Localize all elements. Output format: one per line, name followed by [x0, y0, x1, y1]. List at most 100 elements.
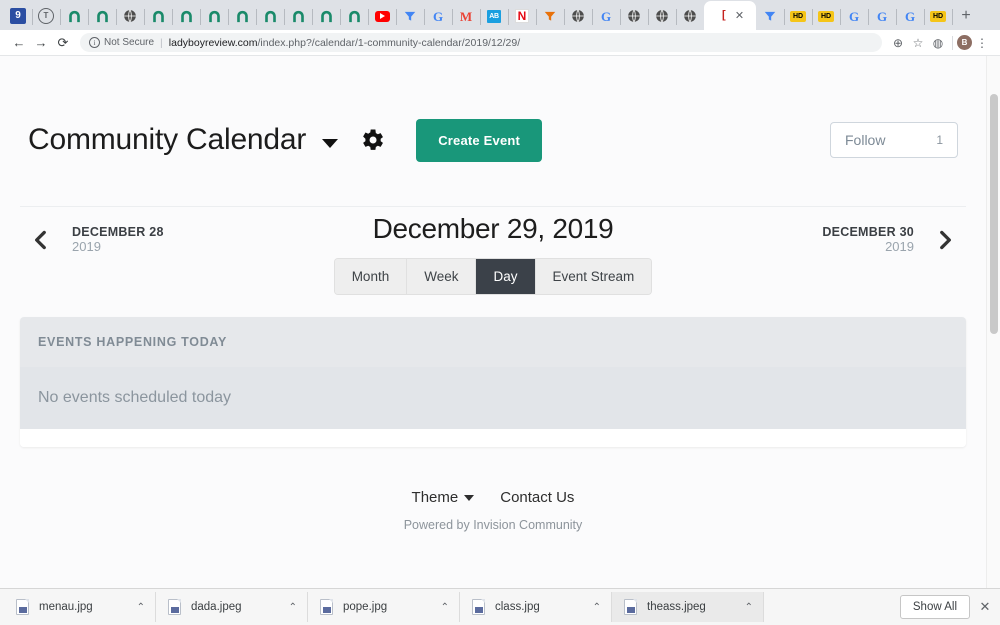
show-all-downloads-button[interactable]: Show All — [899, 595, 970, 619]
file-image-icon — [168, 599, 181, 615]
create-event-button[interactable]: Create Event — [416, 118, 543, 162]
tab-24[interactable] — [676, 2, 705, 30]
tab-19[interactable] — [536, 2, 565, 30]
tab-32[interactable]: HD — [924, 2, 953, 30]
google-icon: G — [600, 8, 612, 24]
tab-27[interactable]: HD — [784, 2, 813, 30]
tab-strip: 9 T G M AB N G[✕ HD HD G G G HD + — [0, 0, 1000, 30]
tab-3[interactable] — [88, 2, 117, 30]
browser-menu-icon[interactable]: ⋮ — [972, 33, 992, 53]
site-info-icon[interactable]: i — [89, 37, 100, 48]
tab-5[interactable] — [144, 2, 173, 30]
chevron-up-icon[interactable]: ⌃ — [123, 602, 145, 613]
address-bar[interactable]: i Not Secure | ladyboyreview.com/index.p… — [80, 33, 882, 52]
green-arch-icon — [262, 8, 278, 24]
tab-20[interactable] — [564, 2, 593, 30]
chevron-up-icon[interactable]: ⌃ — [427, 602, 449, 613]
tab-21[interactable]: G — [592, 2, 621, 30]
url-separator: | — [160, 36, 163, 49]
active-tab[interactable]: [✕ — [704, 1, 756, 30]
tab-11[interactable] — [312, 2, 341, 30]
current-date-block: December 29, 2019 Month Week Day Event Stre… — [0, 213, 986, 294]
tab-12[interactable] — [340, 2, 369, 30]
zoom-icon[interactable]: ⊕ — [888, 33, 908, 53]
gear-icon[interactable] — [358, 126, 386, 154]
tab-14[interactable] — [396, 2, 425, 30]
hd-badge-icon: HD — [790, 10, 806, 22]
green-arch-icon — [94, 8, 110, 24]
contact-us-link[interactable]: Contact Us — [500, 489, 574, 506]
tab-13[interactable] — [368, 2, 397, 30]
t-circle-icon: T — [38, 8, 54, 24]
tab-15[interactable]: G — [424, 2, 453, 30]
close-shelf-icon[interactable]: ✕ — [970, 599, 1000, 615]
follow-label: Follow — [845, 132, 886, 148]
tab-18[interactable]: N — [508, 2, 537, 30]
google-icon: G — [432, 8, 444, 24]
bookmark-star-icon[interactable]: ☆ — [908, 33, 928, 53]
tab-28[interactable]: HD — [812, 2, 841, 30]
events-panel-heading: EVENTS HAPPENING TODAY — [20, 317, 966, 367]
tab-16[interactable]: M — [452, 2, 481, 30]
chevron-up-icon[interactable]: ⌃ — [275, 602, 297, 613]
ab-blue-icon: AB — [487, 9, 501, 23]
blue-funnel-icon — [402, 8, 418, 24]
page-scrollbar[interactable] — [986, 56, 1000, 588]
events-panel: EVENTS HAPPENING TODAY No events schedul… — [20, 317, 966, 447]
scrollbar-thumb[interactable] — [990, 94, 998, 334]
tab-day[interactable]: Day — [476, 259, 536, 294]
tab-month[interactable]: Month — [334, 259, 408, 294]
calendar-header: Community Calendar Create Event Follow 1 — [0, 56, 986, 184]
browser-window: 9 T G M AB N G[✕ HD HD G G G HD + ← → ⟳ i Not Secure … — [0, 0, 1000, 625]
chevron-up-icon[interactable]: ⌃ — [731, 602, 753, 613]
follow-button[interactable]: Follow 1 — [830, 122, 958, 158]
chevron-down-icon[interactable] — [322, 138, 339, 148]
url-host: ladyboyreview.com — [168, 36, 258, 49]
gmail-icon: M — [459, 8, 473, 24]
download-item[interactable]: menau.jpg ⌃ — [4, 592, 156, 622]
tab-7[interactable] — [200, 2, 229, 30]
download-item[interactable]: class.jpg ⌃ — [460, 592, 612, 622]
tab-10[interactable] — [284, 2, 313, 30]
forward-icon[interactable]: → — [30, 32, 52, 54]
tab-1[interactable]: T — [32, 2, 61, 30]
file-image-icon — [624, 599, 637, 615]
tab-6[interactable] — [172, 2, 201, 30]
netflix-n-icon: N — [515, 9, 529, 23]
profile-circle-icon[interactable]: ◍ — [928, 33, 948, 53]
tab-8[interactable] — [228, 2, 257, 30]
new-tab-button[interactable]: + — [952, 2, 980, 30]
tab-30[interactable]: G — [868, 2, 897, 30]
follow-container: Follow 1 — [830, 122, 958, 158]
tab-9[interactable] — [256, 2, 285, 30]
page-title: Community Calendar — [28, 123, 307, 156]
blue-9-icon: 9 — [10, 8, 26, 24]
tab-0[interactable]: 9 — [4, 2, 33, 30]
tab-23[interactable] — [648, 2, 677, 30]
tab-29[interactable]: G — [840, 2, 869, 30]
reload-icon[interactable]: ⟳ — [52, 32, 74, 54]
blue-funnel-icon — [762, 8, 778, 24]
download-item[interactable]: pope.jpg ⌃ — [308, 592, 460, 622]
globe-icon — [682, 8, 698, 24]
file-image-icon — [320, 599, 333, 615]
tab-26[interactable] — [756, 2, 785, 30]
back-icon[interactable]: ← — [8, 32, 30, 54]
tab-22[interactable] — [620, 2, 649, 30]
tab-event-stream[interactable]: Event Stream — [535, 259, 652, 294]
download-item[interactable]: dada.jpeg ⌃ — [156, 592, 308, 622]
theme-selector[interactable]: Theme — [412, 489, 475, 506]
toolbar-divider — [952, 35, 953, 50]
chevron-up-icon[interactable]: ⌃ — [579, 602, 601, 613]
calendar-page: Community Calendar Create Event Follow 1 — [0, 56, 986, 588]
browser-toolbar: ← → ⟳ i Not Secure | ladyboyreview.com/i… — [0, 30, 1000, 56]
tab-2[interactable] — [60, 2, 89, 30]
google-icon: G — [876, 8, 888, 24]
tab-4[interactable] — [116, 2, 145, 30]
tab-week[interactable]: Week — [407, 259, 477, 294]
tab-17[interactable]: AB — [480, 2, 509, 30]
close-icon[interactable]: ✕ — [735, 9, 744, 22]
avatar[interactable]: B — [957, 35, 972, 50]
download-item[interactable]: theass.jpeg ⌃ — [612, 592, 764, 622]
tab-31[interactable]: G — [896, 2, 925, 30]
